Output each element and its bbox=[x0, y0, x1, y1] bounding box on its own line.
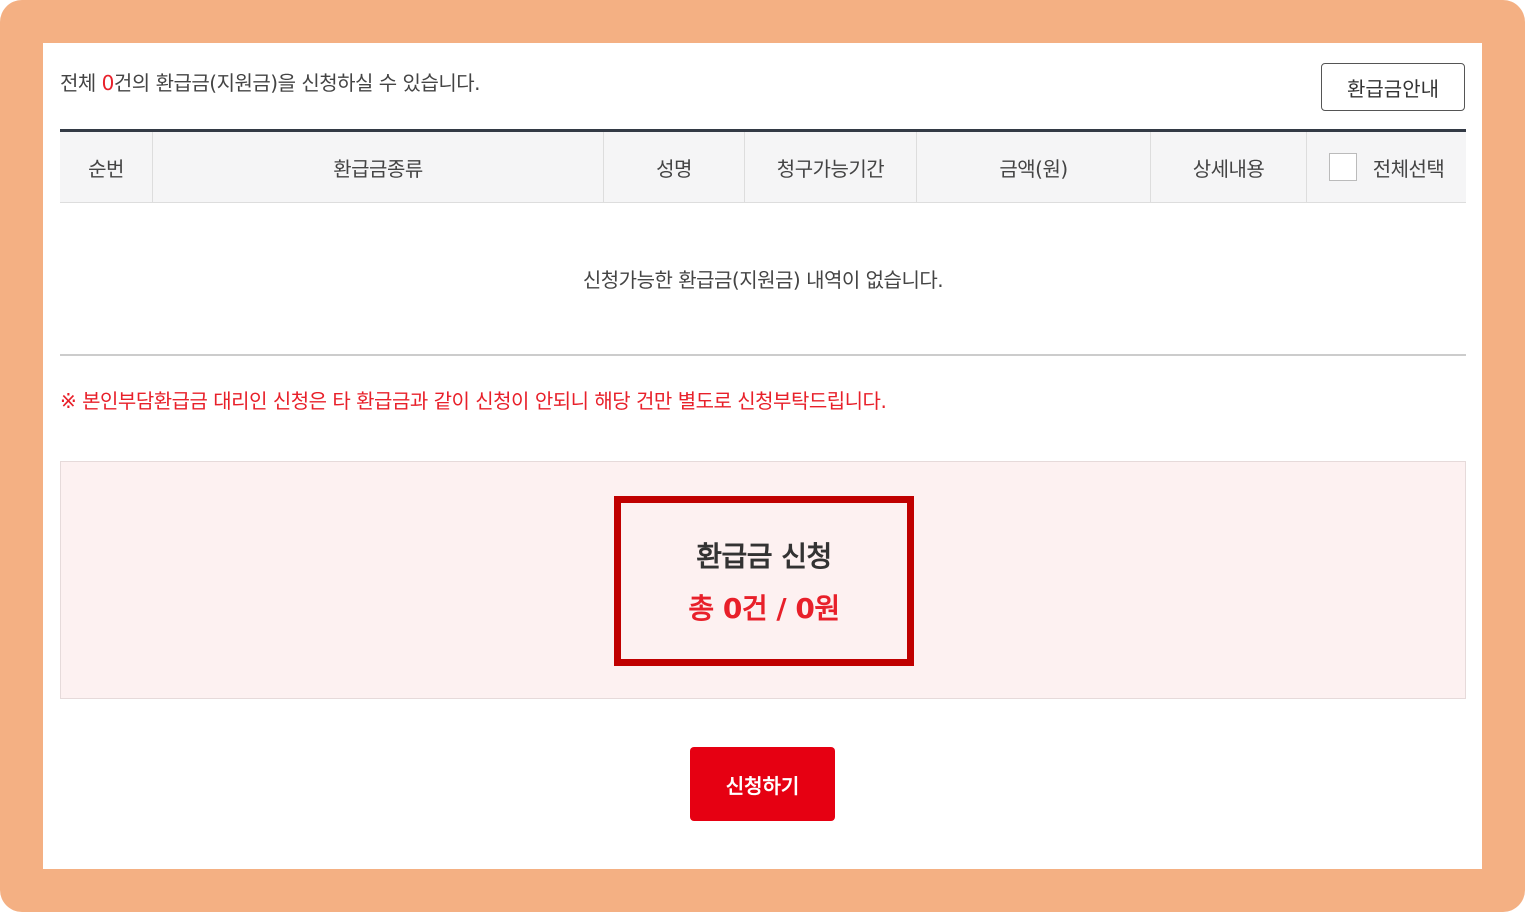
header-refund-type: 환급금종류 bbox=[153, 132, 604, 202]
header-number: 순번 bbox=[60, 132, 153, 202]
header-details: 상세내용 bbox=[1151, 132, 1307, 202]
select-all-checkbox[interactable] bbox=[1328, 153, 1357, 181]
summary-text: 전체 0건의 환급금(지원금)을 신청하실 수 있습니다. bbox=[60, 67, 481, 96]
header-name: 성명 bbox=[604, 132, 745, 202]
apply-summary-highlight: 환급금 신청 총 0건 / 0원 bbox=[614, 496, 914, 666]
select-all-label: 전체선택 bbox=[1372, 156, 1445, 181]
apply-total: 총 0건 / 0원 bbox=[688, 592, 840, 625]
refund-panel: 전체 0건의 환급금(지원금)을 신청하실 수 있습니다. 환급금안내 순번 환… bbox=[43, 43, 1482, 869]
proxy-notice: ※ 본인부담환급금 대리인 신청은 타 환급금과 같이 신청이 안되니 해당 건… bbox=[60, 389, 887, 413]
header-amount: 금액(원) bbox=[917, 132, 1151, 202]
empty-message: 신청가능한 환급금(지원금) 내역이 없습니다. bbox=[60, 203, 1466, 356]
refund-guide-button[interactable]: 환급금안내 bbox=[1321, 63, 1465, 111]
summary-count: 0 bbox=[101, 71, 115, 95]
header-select-all: 전체선택 bbox=[1307, 132, 1466, 202]
summary-prefix: 전체 bbox=[60, 71, 102, 95]
table-header: 순번 환급금종류 성명 청구가능기간 금액(원) 상세내용 전체선택 bbox=[60, 132, 1466, 203]
apply-title: 환급금 신청 bbox=[696, 540, 832, 573]
apply-summary-box: 환급금 신청 총 0건 / 0원 bbox=[60, 461, 1466, 699]
summary-suffix: 건의 환급금(지원금)을 신청하실 수 있습니다. bbox=[113, 71, 481, 95]
submit-application-button[interactable]: 신청하기 bbox=[690, 747, 835, 821]
header-claim-period: 청구가능기간 bbox=[745, 132, 917, 202]
refund-table: 순번 환급금종류 성명 청구가능기간 금액(원) 상세내용 전체선택 신청가능한… bbox=[60, 129, 1466, 356]
